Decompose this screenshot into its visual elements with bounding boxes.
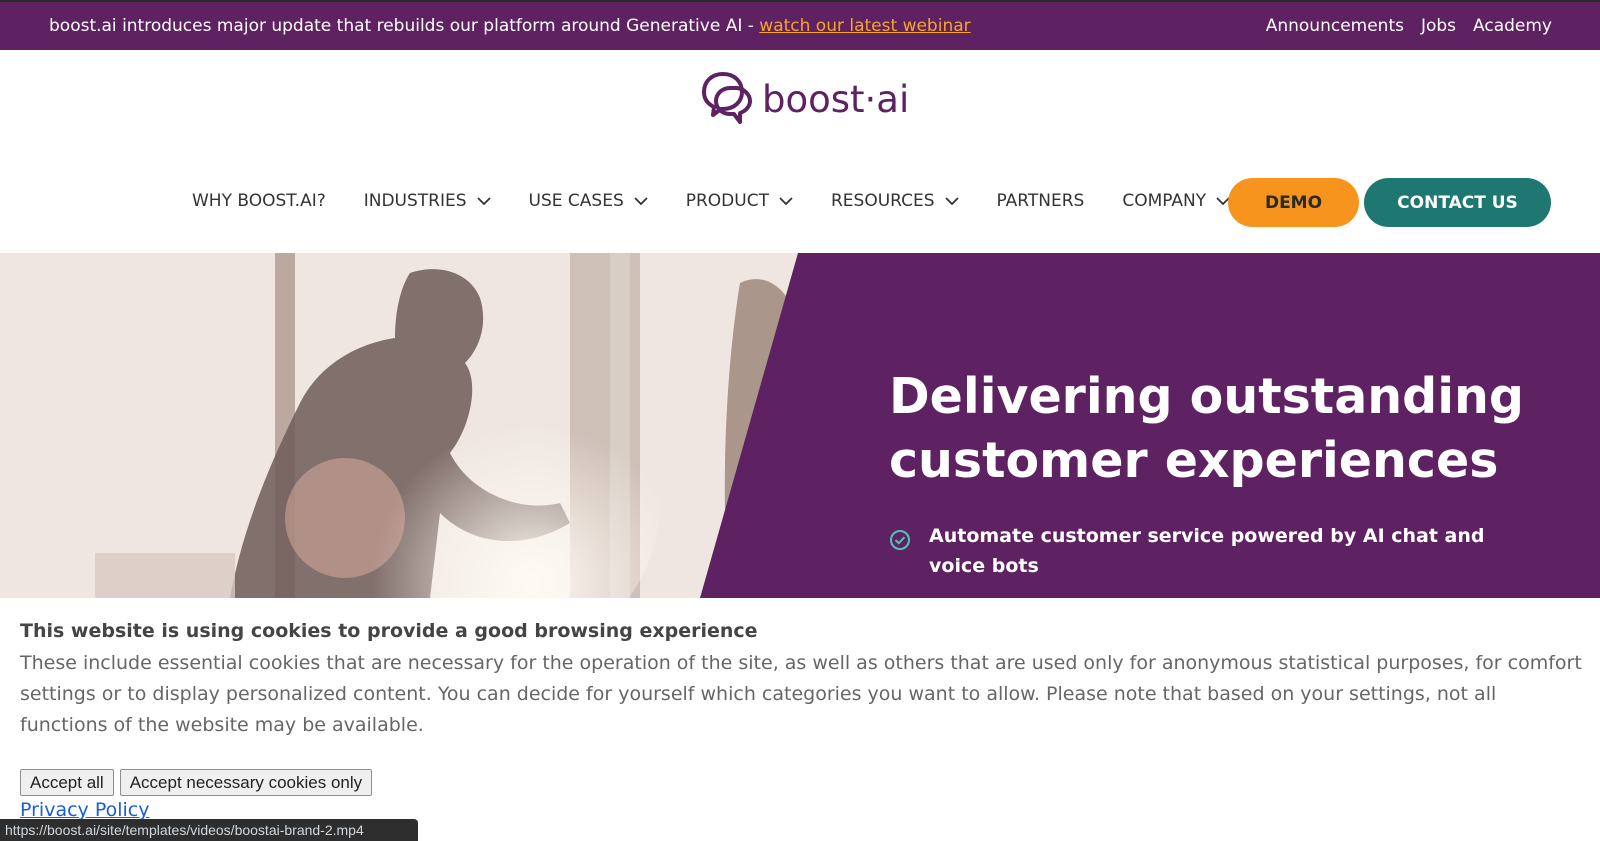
- announcements-link[interactable]: Announcements: [1266, 16, 1404, 36]
- nav-use-cases[interactable]: USE CASES: [529, 191, 648, 211]
- contact-us-button[interactable]: CONTACT US: [1364, 178, 1551, 227]
- announcement-bar: boost.ai introduces major update that re…: [0, 0, 1600, 50]
- cookie-body: These include essential cookies that are…: [20, 652, 1582, 736]
- chevron-down-icon: [944, 197, 959, 206]
- nav-label: USE CASES: [528, 191, 624, 211]
- site-logo[interactable]: boost·ai: [700, 72, 909, 126]
- demo-button[interactable]: DEMO: [1228, 178, 1359, 227]
- logo-wordmark: boost·ai: [762, 77, 910, 121]
- hero-bullet: Automate customer service powered by AI …: [889, 521, 1489, 581]
- nav-label: PRODUCT: [685, 191, 769, 211]
- nav-resources[interactable]: RESOURCES: [831, 191, 959, 211]
- nav-label: COMPANY: [1122, 191, 1207, 211]
- boost-logo-icon: [700, 70, 758, 128]
- nav-label: RESOURCES: [830, 191, 935, 211]
- nav-label: WHY BOOST.AI?: [192, 191, 326, 211]
- nav-company[interactable]: COMPANY: [1122, 191, 1230, 211]
- nav-why-boost[interactable]: WHY BOOST.AI?: [192, 191, 326, 211]
- status-bar-url: https://boost.ai/site/templates/videos/b…: [0, 819, 418, 841]
- webinar-link[interactable]: watch our latest webinar: [759, 16, 970, 36]
- jobs-link[interactable]: Jobs: [1421, 16, 1456, 36]
- chevron-down-icon: [476, 197, 491, 206]
- nav-industries[interactable]: INDUSTRIES: [364, 191, 491, 211]
- top-links: Announcements Jobs Academy: [1266, 16, 1552, 36]
- accept-all-button[interactable]: Accept all: [20, 769, 114, 796]
- nav-product[interactable]: PRODUCT: [686, 191, 793, 211]
- nav-partners[interactable]: PARTNERS: [997, 191, 1085, 211]
- academy-link[interactable]: Academy: [1473, 16, 1552, 36]
- accept-necessary-button[interactable]: Accept necessary cookies only: [119, 769, 373, 796]
- nav-label: PARTNERS: [996, 191, 1085, 211]
- privacy-policy-link[interactable]: Privacy Policy: [20, 799, 149, 821]
- announcement-message: boost.ai introduces major update that re…: [49, 16, 971, 36]
- announcement-text: boost.ai introduces major update that re…: [49, 16, 760, 36]
- hero-section: Delivering outstanding customer experien…: [0, 253, 1600, 598]
- main-nav: WHY BOOST.AI? INDUSTRIES USE CASES PRODU…: [192, 176, 1268, 226]
- check-circle-icon: [890, 530, 910, 550]
- hero-heading: Delivering outstanding customer experien…: [889, 368, 1524, 489]
- chevron-down-icon: [634, 197, 648, 206]
- chevron-down-icon: [779, 197, 793, 206]
- cookie-buttons: Accept all Accept necessary cookies only: [20, 769, 373, 796]
- nav-label: INDUSTRIES: [363, 191, 467, 211]
- hero-bullet-text: Automate customer service powered by AI …: [929, 525, 1485, 577]
- cookie-banner: This website is using cookies to provide…: [0, 598, 1600, 841]
- hero-photo: [0, 253, 820, 598]
- cookie-title: This website is using cookies to provide…: [20, 620, 758, 642]
